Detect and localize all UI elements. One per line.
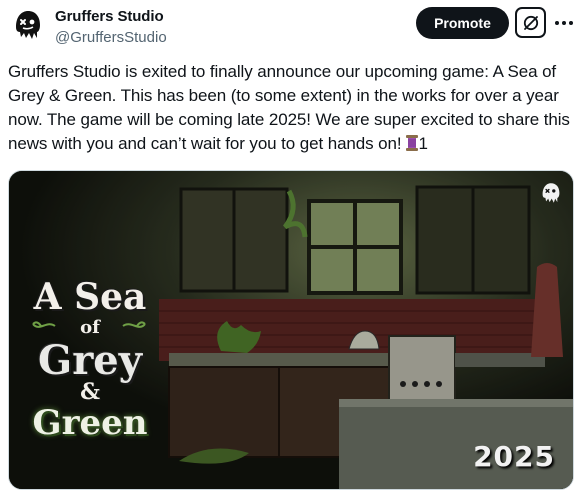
vine-ornament-left [32,321,56,328]
more-button[interactable] [552,12,576,34]
promote-button[interactable]: Promote [416,7,509,39]
release-year: 2025 [473,440,555,473]
game-title-line-2: of [80,317,100,338]
game-title-line-1: A Sea [33,276,147,318]
skull-drip-icon [16,11,40,39]
game-title-line-5: Green [32,403,148,443]
post-body: Gruffers Studio is exited to finally ann… [8,62,570,153]
grok-icon [523,15,538,30]
grok-button[interactable] [515,7,546,38]
post-text: Gruffers Studio is exited to finally ann… [8,60,576,156]
thread-spool-emoji [405,135,418,151]
skull-drip-icon [542,183,560,203]
more-dots-icon [555,21,573,25]
author-handle[interactable]: @GruffersStudio [55,29,167,46]
game-title-line-4: & [80,379,100,405]
post-trailing-text: 1 [418,134,428,153]
author-name[interactable]: Gruffers Studio [55,8,164,25]
author-avatar[interactable] [8,5,48,45]
vine-ornament-right [122,321,146,328]
post-media-image[interactable]: A Sea of Grey & Green 2025 [8,170,574,490]
game-title-line-3: Grey [38,337,142,384]
